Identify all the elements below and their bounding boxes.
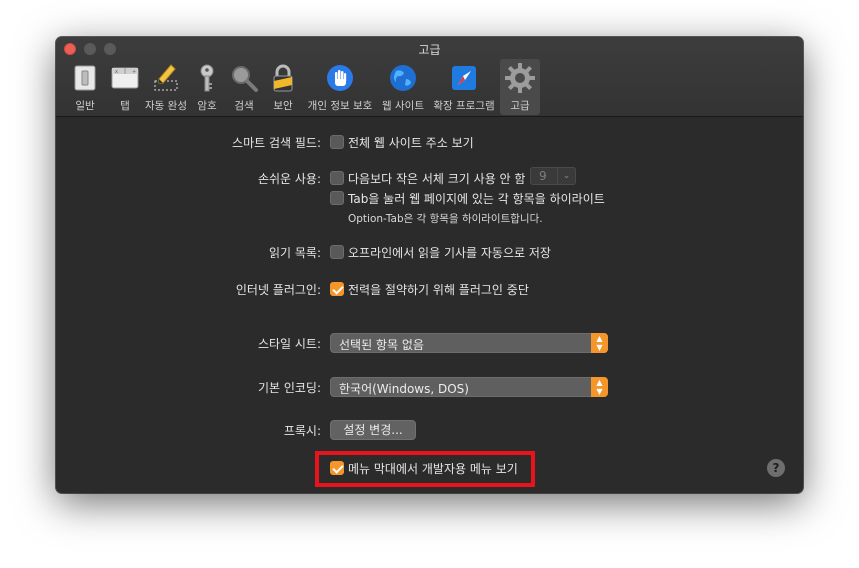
tab-passwords-label: 암호: [197, 100, 217, 112]
show-full-address-checkbox[interactable]: [330, 135, 344, 149]
min-font-checkbox[interactable]: [330, 171, 344, 185]
stop-plugins-text: 전력을 절약하기 위해 플러그인 중단: [348, 283, 529, 297]
updown-arrows-icon: ▲ ▼: [591, 377, 608, 397]
puzzle-icon: [447, 61, 481, 95]
tab-privacy[interactable]: 개인 정보 보호: [302, 59, 378, 115]
show-develop-menu-text: 메뉴 막대에서 개발자용 메뉴 보기: [348, 462, 518, 476]
updown-arrows-icon: ▲ ▼: [591, 333, 608, 353]
tab-highlight-text: Tab을 눌러 웹 페이지에 있는 각 항목을 하이라이트: [348, 192, 605, 206]
show-full-address-text: 전체 웹 사이트 주소 보기: [348, 136, 474, 150]
style-sheet-label: 스타일 시트:: [257, 337, 321, 351]
encoding-value: 한국어(Windows, DOS): [339, 382, 469, 396]
min-font-text: 다음보다 작은 서체 크기 사용 안 함: [348, 172, 526, 186]
stop-plugins-checkbox[interactable]: [330, 282, 344, 296]
tab-general-label: 일반: [75, 100, 95, 112]
hand-icon: [323, 61, 357, 95]
svg-text:+: +: [132, 69, 136, 75]
lock-icon: [266, 61, 300, 95]
accessibility-label: 손쉬운 사용:: [257, 172, 321, 186]
preferences-toolbar: 일반 x + 탭 자동 완성 암호 검색 보안 개인 정보 보호 웹 사이트 확…: [62, 59, 540, 115]
tab-highlight-note: Option-Tab은 각 항목을 하이라이트합니다.: [348, 213, 543, 225]
advanced-settings-pane: 스마트 검색 필드: 전체 웹 사이트 주소 보기 손쉬운 사용: 다음보다 작…: [56, 118, 803, 493]
tab-search-label: 검색: [234, 100, 254, 112]
svg-text:x: x: [115, 69, 118, 75]
change-proxy-settings-button[interactable]: 설정 변경...: [330, 420, 416, 440]
chevron-down-icon: ⌄: [557, 168, 575, 184]
tab-privacy-label: 개인 정보 보호: [307, 100, 373, 112]
gear-icon: [503, 61, 537, 95]
tab-autofill[interactable]: 자동 완성: [142, 59, 190, 115]
tabs-icon: x +: [108, 61, 142, 95]
tab-autofill-label: 자동 완성: [145, 100, 187, 112]
min-font-size-select[interactable]: 9 ⌄: [530, 167, 576, 185]
help-button[interactable]: ?: [767, 459, 785, 477]
tab-general[interactable]: 일반: [62, 59, 108, 115]
tab-tabs-label: 탭: [120, 100, 130, 112]
tab-security[interactable]: 보안: [264, 59, 302, 115]
encoding-label: 기본 인코딩:: [257, 381, 321, 395]
min-font-size-value: 9: [539, 169, 547, 183]
key-icon: [190, 61, 224, 95]
titlebar: 고급 일반 x + 탭 자동 완성 암호 검색 보안 개인 정보 보호 웹 사이…: [56, 37, 803, 117]
magnifier-icon: [227, 61, 261, 95]
tab-tabs[interactable]: x + 탭: [108, 59, 142, 115]
reading-list-label: 읽기 목록:: [268, 246, 321, 260]
show-develop-menu-checkbox[interactable]: [330, 461, 344, 475]
tab-extensions-label: 확장 프로그램: [433, 100, 495, 112]
tab-advanced[interactable]: 고급: [500, 59, 540, 115]
save-offline-text: 오프라인에서 읽을 기사를 자동으로 저장: [348, 246, 551, 260]
tab-passwords[interactable]: 암호: [190, 59, 224, 115]
encoding-select[interactable]: 한국어(Windows, DOS) ▲ ▼: [330, 377, 608, 397]
window-title: 고급: [418, 43, 441, 57]
preferences-window: 고급 일반 x + 탭 자동 완성 암호 검색 보안 개인 정보 보호 웹 사이…: [56, 37, 803, 493]
plugins-label: 인터넷 플러그인:: [235, 283, 321, 297]
style-sheet-value: 선택된 항목 없음: [339, 338, 424, 352]
pencil-icon: [149, 61, 183, 95]
tab-search[interactable]: 검색: [224, 59, 264, 115]
tab-extensions[interactable]: 확장 프로그램: [428, 59, 500, 115]
style-sheet-select[interactable]: 선택된 항목 없음 ▲ ▼: [330, 333, 608, 353]
smart-search-label: 스마트 검색 필드:: [232, 136, 321, 150]
tab-security-label: 보안: [273, 100, 293, 112]
tab-advanced-label: 고급: [510, 100, 530, 112]
globe-icon: [386, 61, 420, 95]
tab-highlight-checkbox[interactable]: [330, 191, 344, 205]
tab-websites[interactable]: 웹 사이트: [378, 59, 428, 115]
switch-icon: [68, 61, 102, 95]
proxies-label: 프록시:: [283, 424, 321, 438]
tab-websites-label: 웹 사이트: [382, 100, 424, 112]
save-offline-checkbox[interactable]: [330, 245, 344, 259]
